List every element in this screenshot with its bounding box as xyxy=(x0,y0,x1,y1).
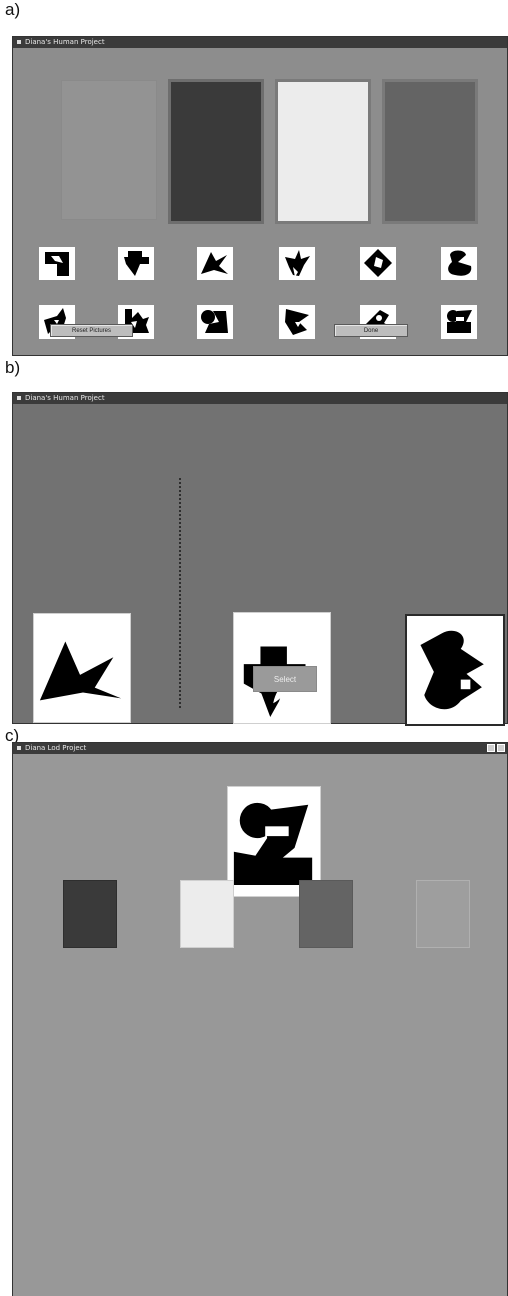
window-c: Diana Lod Project xyxy=(12,742,508,1296)
shape-tile[interactable] xyxy=(197,305,233,339)
window-menu-icon[interactable] xyxy=(17,396,21,400)
target-shape-tile xyxy=(33,613,131,723)
choice-shape-tile-2[interactable] xyxy=(405,614,505,726)
shape-stimulus-icon xyxy=(285,250,310,277)
window-control-icon[interactable] xyxy=(497,744,505,752)
title-bar: Diana's Human Project xyxy=(13,37,507,48)
shape-tile[interactable] xyxy=(118,247,154,280)
client-area xyxy=(13,754,507,1296)
category-card-mid[interactable] xyxy=(299,880,353,948)
category-card-dark[interactable] xyxy=(63,880,117,948)
category-card-dark[interactable] xyxy=(168,79,264,224)
window-title: Diana Lod Project xyxy=(25,744,87,752)
shape-stimulus-icon xyxy=(124,251,149,276)
panel-label-b: b) xyxy=(5,358,21,377)
shape-stimulus-icon xyxy=(201,252,228,274)
shape-tile[interactable] xyxy=(39,247,75,280)
shape-tile[interactable] xyxy=(441,305,477,339)
window-title: Diana's Human Project xyxy=(25,394,105,402)
window-menu-icon[interactable] xyxy=(17,746,21,750)
category-card-mid[interactable] xyxy=(382,79,478,224)
panel-label-a: a) xyxy=(5,0,21,19)
select-button[interactable]: Select xyxy=(253,666,317,692)
title-bar: Diana Lod Project xyxy=(13,743,507,754)
shape-stimulus-icon xyxy=(448,250,472,276)
category-card-light[interactable] xyxy=(180,880,234,948)
shape-stimulus-icon xyxy=(420,630,484,710)
done-button[interactable]: Done xyxy=(334,324,408,337)
title-bar: Diana's Human Project xyxy=(13,393,507,404)
shape-stimulus-icon xyxy=(45,252,69,276)
window-control-icon[interactable] xyxy=(487,744,495,752)
window-b: Diana's Human Project Select xyxy=(12,392,508,726)
window-title: Diana's Human Project xyxy=(25,38,105,46)
shape-stimulus-icon xyxy=(447,310,472,333)
window-a: Diana's Human Project Reset Pictures Don… xyxy=(12,36,508,356)
category-card-light[interactable] xyxy=(275,79,371,224)
client-area: Select xyxy=(13,404,507,726)
reset-pictures-button[interactable]: Reset Pictures xyxy=(50,324,133,337)
shape-tile[interactable] xyxy=(279,305,315,339)
client-area: Reset Pictures Done xyxy=(13,48,507,355)
shape-tile[interactable] xyxy=(441,247,477,280)
shape-stimulus-icon xyxy=(201,310,228,333)
shape-tile[interactable] xyxy=(197,247,233,280)
shape-stimulus-icon xyxy=(364,249,392,277)
category-card-faint[interactable] xyxy=(61,80,157,220)
shape-tile[interactable] xyxy=(279,247,315,280)
shape-stimulus-icon xyxy=(39,641,122,701)
category-card-faint[interactable] xyxy=(416,880,470,948)
shape-tile[interactable] xyxy=(360,247,396,280)
shape-stimulus-icon xyxy=(285,309,309,335)
divider xyxy=(179,478,181,708)
window-menu-icon[interactable] xyxy=(17,40,21,44)
